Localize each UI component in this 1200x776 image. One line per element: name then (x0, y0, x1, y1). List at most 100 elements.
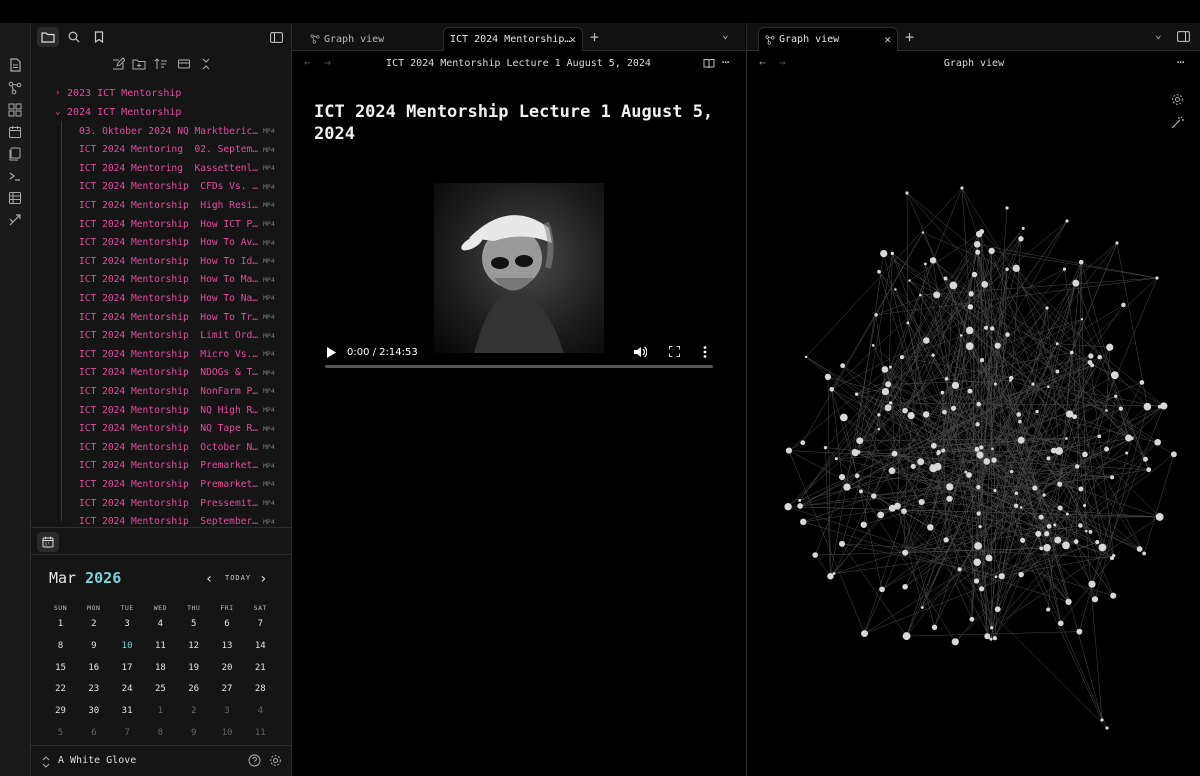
graph-node[interactable] (1035, 409, 1039, 414)
graph-node[interactable] (998, 573, 1005, 580)
graph-node[interactable] (967, 388, 973, 394)
new-note-icon[interactable] (8, 58, 22, 72)
calendar-day[interactable]: 20 (211, 663, 244, 683)
graph-node[interactable] (936, 452, 940, 456)
graph-node[interactable] (1143, 402, 1152, 411)
graph-node[interactable] (1078, 259, 1084, 265)
graph-node[interactable] (965, 342, 974, 351)
vault-name[interactable]: A White Glove (58, 755, 136, 766)
graph-node[interactable] (851, 448, 858, 455)
graph-node[interactable] (1005, 206, 1009, 210)
collapse-icon[interactable] (177, 57, 191, 71)
graph-node[interactable] (933, 462, 942, 471)
fullscreen-icon[interactable] (669, 346, 680, 357)
graph-node[interactable] (1055, 447, 1063, 455)
calendar-day[interactable]: 22 (44, 684, 77, 704)
calendar-day[interactable]: 8 (44, 641, 77, 661)
video-progress-bar[interactable] (325, 365, 713, 368)
graph-node[interactable] (880, 249, 888, 258)
graph-node[interactable] (1045, 306, 1049, 310)
graph-node[interactable] (919, 293, 922, 297)
graph-node[interactable] (902, 407, 908, 414)
graph-node[interactable] (1065, 598, 1072, 605)
graph-node[interactable] (1114, 394, 1118, 398)
graph-node[interactable] (921, 231, 925, 234)
bookmarks-tab[interactable] (88, 27, 110, 47)
calendar-day[interactable]: 27 (211, 684, 244, 704)
graph-node[interactable] (877, 428, 881, 431)
graph-node[interactable] (1125, 451, 1129, 455)
graph-node[interactable] (1020, 537, 1026, 543)
graph-node[interactable] (894, 288, 897, 291)
graph-node[interactable] (888, 504, 896, 512)
graph-node[interactable] (1046, 456, 1051, 461)
calendar-day[interactable]: 15 (44, 663, 77, 683)
graph-node[interactable] (1088, 353, 1094, 359)
graph-node[interactable] (993, 488, 997, 493)
graph-node[interactable] (931, 624, 938, 630)
graph-node[interactable] (1097, 434, 1102, 439)
graph-node[interactable] (902, 549, 909, 556)
graph-node[interactable] (785, 447, 793, 454)
graph-node[interactable] (854, 473, 860, 479)
graph-node[interactable] (1021, 226, 1025, 230)
file-item[interactable]: ICT 2024 Mentorship How To Man… MP4 (79, 271, 279, 289)
chevron-down-icon[interactable]: ⌄ (722, 28, 729, 41)
graph-node[interactable] (1013, 503, 1019, 508)
graph-node[interactable] (949, 281, 958, 290)
new-note-icon[interactable] (111, 57, 125, 71)
graph-node[interactable] (942, 409, 947, 415)
file-item[interactable]: ICT 2024 Mentorship How To Tra… MP4 (79, 308, 279, 326)
graph-node[interactable] (908, 279, 911, 282)
graph-node[interactable] (1142, 551, 1147, 556)
graph-node[interactable] (1065, 410, 1074, 418)
graph-node[interactable] (959, 334, 963, 337)
file-item[interactable]: ICT 2024 Mentorship Premarket … MP4 (79, 457, 279, 475)
play-icon[interactable] (327, 347, 336, 358)
calendar-day[interactable]: 18 (144, 663, 177, 683)
graph-node[interactable] (905, 191, 909, 195)
canvas-icon[interactable] (8, 103, 22, 117)
graph-node[interactable] (957, 567, 962, 572)
graph-node[interactable] (891, 450, 898, 457)
video-player[interactable]: 0:00 / 2:14:53 (324, 183, 714, 373)
calendar-day[interactable]: 10 (111, 641, 144, 661)
graph-node[interactable] (907, 412, 915, 420)
calendar-day[interactable]: 9 (77, 641, 110, 661)
graph-node[interactable] (1065, 512, 1069, 516)
graph-node[interactable] (1031, 382, 1035, 386)
graph-node[interactable] (1046, 607, 1051, 612)
graph-node[interactable] (798, 498, 802, 502)
graph-node[interactable] (1065, 437, 1068, 440)
graph-node[interactable] (1155, 276, 1159, 280)
file-item[interactable]: ICT 2024 Mentorship How ICT Pi… MP4 (79, 215, 279, 233)
graph-node[interactable] (994, 575, 998, 579)
calendar-day[interactable]: 5 (177, 619, 210, 639)
graph-node[interactable] (1154, 438, 1161, 446)
today-button[interactable]: TODAY (225, 574, 251, 582)
graph-node[interactable] (990, 326, 995, 331)
graph-node[interactable] (992, 636, 997, 641)
graph-node[interactable] (1080, 317, 1084, 321)
graph-node[interactable] (910, 463, 916, 469)
graph-node[interactable] (1106, 343, 1114, 351)
calendar-day[interactable]: 13 (211, 641, 244, 661)
graph-node[interactable] (885, 381, 892, 388)
graph-node[interactable] (975, 230, 983, 238)
file-item[interactable]: ICT 2024 Mentorship Limit Orde… MP4 (79, 327, 279, 345)
graph-node[interactable] (1115, 241, 1119, 245)
graph-node[interactable] (1005, 267, 1009, 272)
graph-node[interactable] (1078, 523, 1083, 528)
graph-node[interactable] (1121, 302, 1126, 308)
graph-node[interactable] (1032, 485, 1038, 491)
graph-node[interactable] (1110, 592, 1117, 599)
search-tab[interactable] (63, 27, 85, 47)
toggle-sidebar-button[interactable] (265, 27, 287, 47)
calendar-day[interactable]: 1 (44, 619, 77, 639)
chevron-down-icon[interactable]: ⌄ (1155, 28, 1162, 41)
tab-graph-view[interactable]: Graph view ✕ (758, 27, 898, 51)
graph-node[interactable] (967, 304, 974, 310)
file-item[interactable]: ICT 2024 Mentorship NonFarm Pa… MP4 (79, 382, 279, 400)
graph-node[interactable] (1097, 354, 1103, 360)
bases-icon[interactable] (8, 191, 22, 205)
